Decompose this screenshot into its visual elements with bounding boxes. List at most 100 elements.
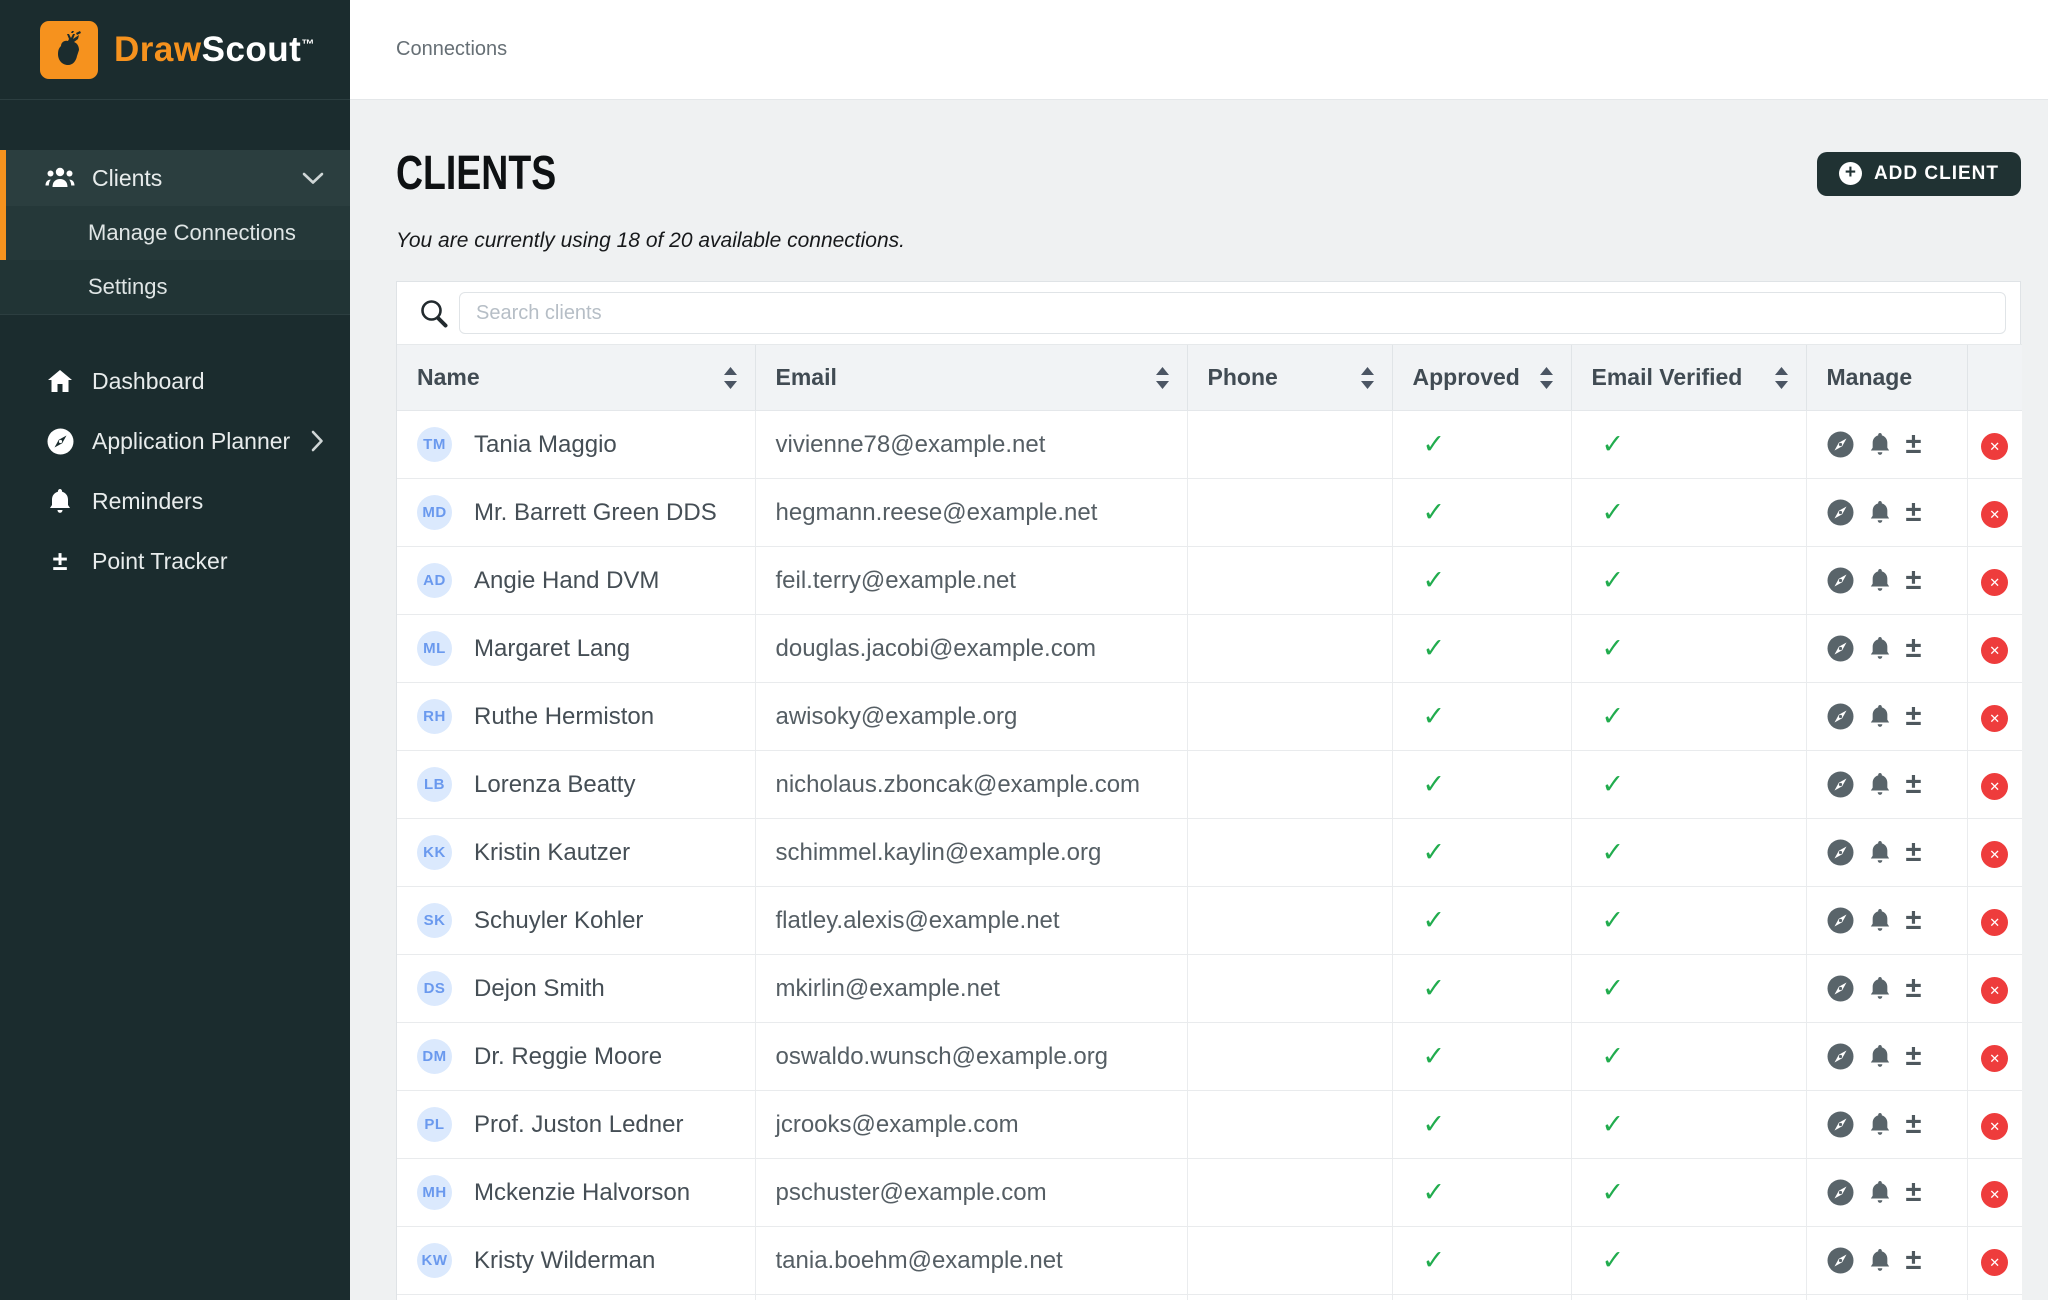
point-tracker-button[interactable]: ±	[1906, 1110, 1922, 1139]
client-name: Kristin Kautzer	[474, 839, 630, 867]
deer-logo-icon	[40, 21, 98, 79]
application-planner-button[interactable]	[1827, 1111, 1854, 1138]
verified-check-icon: ✓	[1592, 1245, 1625, 1275]
column-header-approved[interactable]: Approved	[1392, 345, 1571, 411]
reminders-button[interactable]	[1869, 432, 1891, 457]
delete-client-button[interactable]: ✕	[1981, 773, 2008, 800]
reminders-button[interactable]	[1869, 1180, 1891, 1205]
client-phone	[1187, 615, 1392, 683]
breadcrumb[interactable]: Connections	[396, 38, 507, 61]
application-planner-button[interactable]	[1827, 431, 1854, 458]
delete-client-button[interactable]: ✕	[1981, 1045, 2008, 1072]
verified-check-icon: ✓	[1592, 429, 1625, 459]
plus-minus-icon: ±	[44, 548, 76, 575]
point-tracker-button[interactable]: ±	[1906, 702, 1922, 731]
delete-client-button[interactable]: ✕	[1981, 637, 2008, 664]
sort-icon	[1540, 367, 1553, 389]
table-row: LB Lorenza Beatty nicholaus.zboncak@exam…	[397, 751, 2022, 819]
verified-check-icon: ✓	[1592, 1041, 1625, 1071]
delete-client-button[interactable]: ✕	[1981, 909, 2008, 936]
reminders-button[interactable]	[1869, 840, 1891, 865]
point-tracker-button[interactable]: ±	[1906, 770, 1922, 799]
active-accent-bar	[0, 150, 6, 260]
point-tracker-button[interactable]: ±	[1906, 634, 1922, 663]
sidebar-item-application-planner[interactable]: Application Planner	[0, 411, 350, 471]
point-tracker-button[interactable]: ±	[1906, 566, 1922, 595]
delete-client-button[interactable]: ✕	[1981, 433, 2008, 460]
application-planner-button[interactable]	[1827, 635, 1854, 662]
column-header-name[interactable]: Name	[397, 345, 755, 411]
delete-client-button[interactable]: ✕	[1981, 705, 2008, 732]
add-client-label: ADD CLIENT	[1874, 163, 1999, 185]
column-header-email[interactable]: Email	[755, 345, 1187, 411]
reminders-button[interactable]	[1869, 772, 1891, 797]
point-tracker-button[interactable]: ±	[1906, 1246, 1922, 1275]
point-tracker-button[interactable]: ±	[1906, 838, 1922, 867]
sidebar-item-clients[interactable]: Clients	[0, 150, 350, 206]
client-email: schimmel.kaylin@example.org	[755, 819, 1187, 887]
reminders-button[interactable]	[1869, 704, 1891, 729]
reminders-button[interactable]	[1869, 1248, 1891, 1273]
sidebar-item-dashboard[interactable]: Dashboard	[0, 351, 350, 411]
client-name: Mr. Barrett Green DDS	[474, 499, 717, 527]
sidebar-item-reminders[interactable]: Reminders	[0, 471, 350, 531]
point-tracker-button[interactable]: ±	[1906, 430, 1922, 459]
reminders-button[interactable]	[1869, 908, 1891, 933]
application-planner-button[interactable]	[1827, 567, 1854, 594]
approved-check-icon: ✓	[1413, 1041, 1446, 1071]
sidebar-menu: Dashboard Application Planner Reminders	[0, 351, 350, 591]
application-planner-button[interactable]	[1827, 839, 1854, 866]
client-name: Ruthe Hermiston	[474, 703, 654, 731]
application-planner-button[interactable]	[1827, 703, 1854, 730]
reminders-button[interactable]	[1869, 976, 1891, 1001]
application-planner-button[interactable]	[1827, 499, 1854, 526]
client-phone	[1187, 1023, 1392, 1091]
page-title: CLIENTS	[396, 146, 601, 201]
delete-client-button[interactable]: ✕	[1981, 569, 2008, 596]
table-row: KW Kristy Wilderman tania.boehm@example.…	[397, 1227, 2022, 1295]
reminders-button[interactable]	[1869, 1112, 1891, 1137]
table-row: TM Tania Maggio vivienne78@example.net ✓…	[397, 411, 2022, 479]
verified-check-icon: ✓	[1592, 565, 1625, 595]
point-tracker-button[interactable]: ±	[1906, 1042, 1922, 1071]
delete-client-button[interactable]: ✕	[1981, 1249, 2008, 1276]
application-planner-button[interactable]	[1827, 907, 1854, 934]
plus-icon: +	[1839, 162, 1862, 185]
application-planner-button[interactable]	[1827, 771, 1854, 798]
delete-client-button[interactable]: ✕	[1981, 1113, 2008, 1140]
point-tracker-button[interactable]: ±	[1906, 906, 1922, 935]
column-header-phone[interactable]: Phone	[1187, 345, 1392, 411]
delete-client-button[interactable]: ✕	[1981, 977, 2008, 1004]
table-row: RH Ruthe Hermiston awisoky@example.org ✓…	[397, 683, 2022, 751]
reminders-button[interactable]	[1869, 500, 1891, 525]
brand-logo[interactable]: DrawScout™	[0, 0, 350, 100]
reminders-button[interactable]	[1869, 636, 1891, 661]
client-phone	[1187, 1227, 1392, 1295]
reminders-button[interactable]	[1869, 568, 1891, 593]
delete-client-button[interactable]: ✕	[1981, 841, 2008, 868]
client-phone	[1187, 479, 1392, 547]
delete-client-button[interactable]: ✕	[1981, 501, 2008, 528]
add-client-button[interactable]: + ADD CLIENT	[1817, 152, 2021, 196]
client-name: Dejon Smith	[474, 975, 605, 1003]
reminders-button[interactable]	[1869, 1044, 1891, 1069]
application-planner-button[interactable]	[1827, 975, 1854, 1002]
sidebar-item-manage-connections[interactable]: Manage Connections	[0, 206, 350, 260]
application-planner-button[interactable]	[1827, 1043, 1854, 1070]
delete-client-button[interactable]: ✕	[1981, 1181, 2008, 1208]
point-tracker-button[interactable]: ±	[1906, 498, 1922, 527]
column-header-email-verified[interactable]: Email Verified	[1571, 345, 1806, 411]
application-planner-button[interactable]	[1827, 1179, 1854, 1206]
search-bar	[397, 282, 2020, 344]
point-tracker-button[interactable]: ±	[1906, 1178, 1922, 1207]
sort-icon	[1775, 367, 1788, 389]
client-email: pschuster@example.com	[755, 1159, 1187, 1227]
point-tracker-button[interactable]: ±	[1906, 974, 1922, 1003]
sidebar-item-point-tracker[interactable]: ± Point Tracker	[0, 531, 350, 591]
sidebar-item-settings[interactable]: Settings	[0, 260, 350, 314]
sidebar-divider	[0, 314, 350, 315]
application-planner-button[interactable]	[1827, 1247, 1854, 1274]
column-header-manage: Manage	[1806, 345, 1967, 411]
client-email: douglas.jacobi@example.com	[755, 615, 1187, 683]
search-input[interactable]	[459, 292, 2006, 334]
